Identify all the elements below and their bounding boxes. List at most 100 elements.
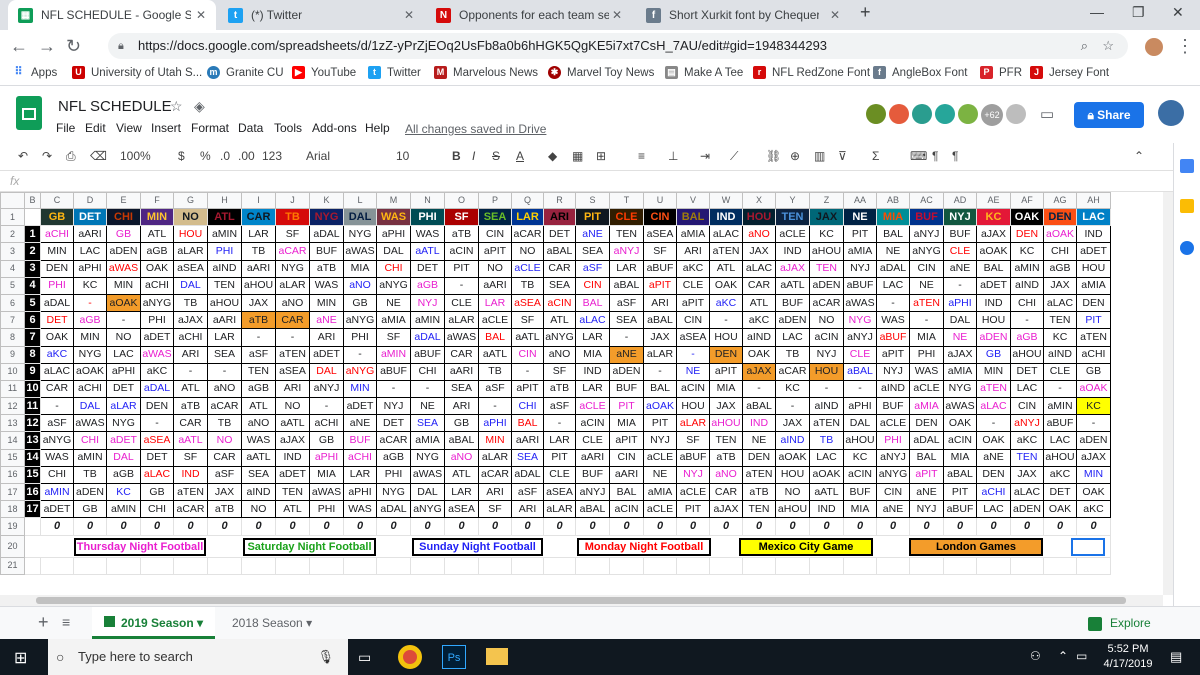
schedule-cell[interactable]: aNO — [543, 345, 576, 364]
schedule-cell[interactable]: NYJ — [410, 293, 445, 313]
schedule-cell[interactable]: aPHI — [309, 448, 344, 467]
team-header-cell[interactable]: DEN — [1043, 207, 1077, 227]
row-header[interactable]: 9 — [0, 345, 25, 364]
grid-cell[interactable] — [410, 556, 445, 575]
total-cell[interactable]: 0 — [909, 517, 944, 536]
schedule-cell[interactable]: NO — [809, 311, 844, 330]
total-cell[interactable]: 0 — [309, 517, 344, 536]
fill-color-icon[interactable]: ◆ — [548, 149, 557, 163]
schedule-cell[interactable]: aDAL — [376, 500, 411, 519]
schedule-cell[interactable]: ATL — [275, 500, 310, 519]
schedule-cell[interactable]: aOAK — [1076, 379, 1111, 399]
schedule-cell[interactable]: NE — [643, 465, 677, 485]
schedule-cell[interactable]: DEN — [909, 414, 944, 433]
schedule-cell[interactable]: aCHI — [976, 482, 1011, 502]
week-number-cell[interactable]: 1 — [24, 225, 41, 244]
schedule-cell[interactable]: aIND — [742, 328, 776, 347]
schedule-cell[interactable]: aTEN — [909, 293, 944, 313]
column-header[interactable]: AE — [976, 192, 1011, 209]
schedule-cell[interactable]: aOAK — [809, 465, 844, 485]
total-cell[interactable]: 0 — [207, 517, 242, 536]
schedule-cell[interactable]: BAL — [976, 259, 1011, 278]
schedule-cell[interactable]: aATL — [478, 345, 512, 364]
schedule-cell[interactable]: - — [775, 397, 810, 416]
schedule-cell[interactable]: - — [543, 414, 576, 433]
restore-icon[interactable]: ❐ — [1132, 4, 1145, 21]
total-cell[interactable]: 0 — [511, 517, 544, 536]
column-header[interactable]: W — [709, 192, 743, 209]
schedule-cell[interactable]: MIA — [843, 500, 877, 519]
input-tools-icon[interactable]: ⌨ — [910, 149, 927, 163]
schedule-cell[interactable]: aLAR — [444, 311, 479, 330]
row-header[interactable]: 7 — [0, 311, 25, 330]
schedule-cell[interactable]: aJAX — [775, 259, 810, 278]
schedule-cell[interactable]: - — [478, 397, 512, 416]
schedule-cell[interactable]: DET — [140, 448, 174, 467]
team-header-cell[interactable]: OAK — [1010, 207, 1044, 227]
schedule-cell[interactable]: LAR — [575, 328, 610, 347]
network-icon[interactable]: ▭ — [1076, 649, 1087, 663]
schedule-cell[interactable]: aJAX — [742, 362, 776, 381]
schedule-cell[interactable]: BAL — [478, 328, 512, 347]
print-icon[interactable]: ⎙ — [66, 149, 76, 164]
schedule-cell[interactable]: DEN — [140, 397, 174, 416]
schedule-cell[interactable]: aBAL — [843, 362, 877, 381]
sheet-tab-2018[interactable]: 2018 Season ▾ — [220, 607, 324, 639]
team-header-cell[interactable]: IND — [709, 207, 743, 227]
schedule-cell[interactable]: aCHI — [309, 414, 344, 433]
schedule-cell[interactable]: aCHI — [73, 379, 107, 399]
schedule-cell[interactable]: aCIN — [676, 379, 710, 399]
schedule-cell[interactable]: aSEA — [676, 328, 710, 347]
schedule-cell[interactable]: aKC — [1043, 465, 1077, 485]
total-cell[interactable]: 0 — [106, 517, 141, 536]
schedule-cell[interactable]: aTB — [241, 311, 276, 330]
schedule-cell[interactable]: aPIT — [876, 345, 910, 364]
schedule-cell[interactable]: aSEA — [511, 293, 544, 313]
team-header-cell[interactable]: MIN — [140, 207, 174, 227]
schedule-cell[interactable]: TEN — [275, 482, 310, 502]
share-button[interactable]: 🔒︎ Share — [1074, 102, 1144, 128]
week-number-cell[interactable]: 5 — [24, 293, 41, 313]
schedule-cell[interactable]: aTEN — [275, 345, 310, 364]
schedule-cell[interactable]: NYG — [410, 448, 445, 467]
schedule-cell[interactable]: - — [609, 328, 644, 347]
collapse-icon[interactable]: ⌃ — [1134, 149, 1144, 163]
schedule-cell[interactable]: KC — [1043, 328, 1077, 347]
schedule-cell[interactable]: aCLE — [775, 225, 810, 244]
schedule-cell[interactable]: LAR — [444, 482, 479, 502]
schedule-cell[interactable]: DAL — [943, 311, 977, 330]
bookmark-youtube[interactable]: ▶ YouTube — [292, 66, 356, 79]
browser-tab-twitter[interactable]: t (*) Twitter ✕ — [218, 0, 424, 30]
team-header-cell[interactable]: ARI — [543, 207, 576, 227]
column-header[interactable]: E — [106, 192, 141, 209]
grid-cell[interactable] — [609, 556, 644, 575]
horizontal-scrollbar[interactable] — [0, 595, 1163, 606]
schedule-cell[interactable]: CHI — [140, 500, 174, 519]
schedule-cell[interactable]: aPHI — [73, 259, 107, 278]
schedule-cell[interactable]: aNO — [343, 276, 377, 295]
grid-cell[interactable] — [1076, 556, 1111, 575]
grid-cell[interactable] — [876, 556, 910, 575]
schedule-cell[interactable]: TEN — [241, 362, 276, 381]
schedule-cell[interactable]: aARI — [575, 448, 610, 467]
schedule-cell[interactable]: aOAK — [976, 242, 1011, 261]
menu-format[interactable]: Format — [191, 121, 229, 135]
windows-start-icon[interactable]: ⊞ — [14, 648, 27, 668]
schedule-cell[interactable]: aLAC — [976, 397, 1011, 416]
schedule-cell[interactable]: aATL — [173, 431, 208, 450]
wrap-icon[interactable]: ⇥ — [700, 149, 710, 163]
column-header[interactable]: AH — [1076, 192, 1111, 209]
bookmark-utah[interactable]: U University of Utah S... — [72, 66, 202, 79]
schedule-cell[interactable]: aTEN — [173, 482, 208, 502]
schedule-cell[interactable]: aPHI — [376, 225, 411, 244]
schedule-cell[interactable]: NE — [676, 362, 710, 381]
schedule-cell[interactable]: HOU — [809, 362, 844, 381]
schedule-cell[interactable]: NE — [376, 293, 411, 313]
column-header[interactable]: H — [207, 192, 242, 209]
schedule-cell[interactable]: LAC — [876, 276, 910, 295]
explore-button[interactable]: Explore — [1076, 607, 1163, 639]
team-header-cell[interactable]: HOU — [742, 207, 776, 227]
schedule-cell[interactable]: aPIT — [676, 293, 710, 313]
schedule-cell[interactable]: - — [309, 397, 344, 416]
schedule-cell[interactable]: TB — [809, 431, 844, 450]
